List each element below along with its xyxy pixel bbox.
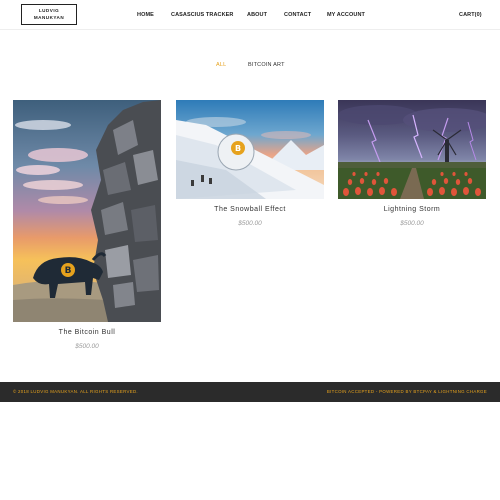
product-price: $500.00 xyxy=(400,220,424,227)
product-image-lightning-storm[interactable] xyxy=(338,100,486,199)
footer-copyright: © 2018 LUDVIG MANUKYAN. ALL RIGHTS RESER… xyxy=(13,389,138,394)
product-title[interactable]: The Snowball Effect xyxy=(176,206,324,213)
nav-casascius-tracker[interactable]: CASASCIUS TRACKER xyxy=(171,11,234,19)
main-nav: HOME CASASCIUS TRACKER ABOUT CONTACT MY … xyxy=(0,11,500,19)
bitcoin-bull-painting: B xyxy=(13,100,161,322)
nav-cart[interactable]: CART(0) xyxy=(459,11,482,19)
product-price: $500.00 xyxy=(238,220,262,227)
svg-text:B: B xyxy=(235,144,241,153)
portfolio-filters: ALL BITCOIN ART xyxy=(0,61,500,69)
snowball-effect-painting: B xyxy=(176,100,324,199)
svg-text:B: B xyxy=(65,266,72,276)
product-image-snowball-effect[interactable]: B xyxy=(176,100,324,199)
nav-home[interactable]: HOME xyxy=(137,11,154,19)
lightning-storm-painting xyxy=(338,100,486,199)
product-image-bitcoin-bull[interactable]: B xyxy=(13,100,161,322)
footer-powered-by: BITCOIN ACCEPTED - POWERED BY BTCPAY & L… xyxy=(326,389,487,394)
product-card: B The Snowball Effect $500.00 xyxy=(176,100,324,227)
filter-all[interactable]: ALL xyxy=(216,61,226,69)
nav-my-account[interactable]: MY ACCOUNT xyxy=(327,11,365,19)
product-card: B The Bitcoin Bull $500.00 xyxy=(13,100,161,350)
site-header: LUDVIG MANUKYAN HOME CASASCIUS TRACKER A… xyxy=(0,0,500,30)
site-footer: © 2018 LUDVIG MANUKYAN. ALL RIGHTS RESER… xyxy=(0,382,500,402)
product-card: Lightning Storm $500.00 xyxy=(338,100,486,227)
product-price: $500.00 xyxy=(75,343,99,350)
product-title[interactable]: The Bitcoin Bull xyxy=(13,329,161,336)
product-title[interactable]: Lightning Storm xyxy=(338,206,486,213)
nav-about[interactable]: ABOUT xyxy=(247,11,267,19)
nav-contact[interactable]: CONTACT xyxy=(284,11,311,19)
filter-bitcoin-art[interactable]: BITCOIN ART xyxy=(248,61,285,69)
